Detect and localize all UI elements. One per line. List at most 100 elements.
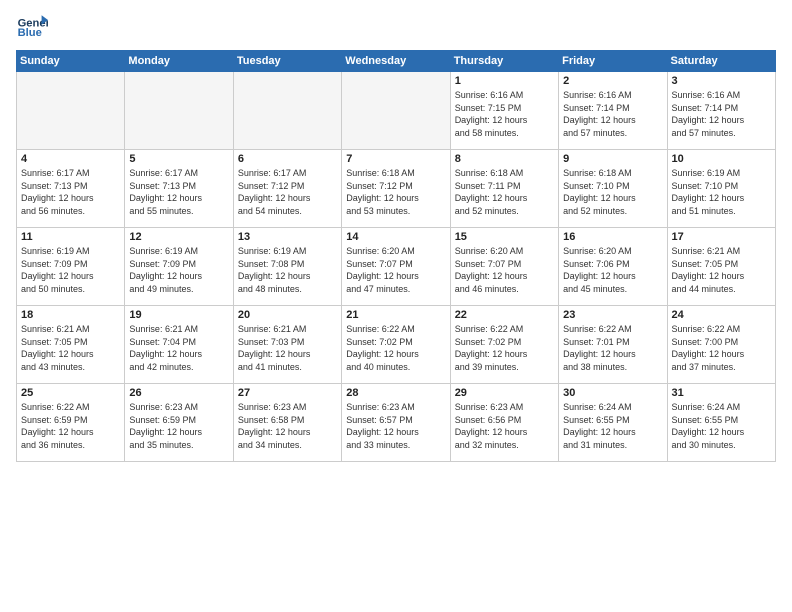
calendar-cell: 20 Sunrise: 6:21 AM Sunset: 7:03 PM Dayli… [233,306,341,384]
day-info: Sunrise: 6:24 AM Sunset: 6:55 PM Dayligh… [672,401,771,451]
day-number: 8 [455,153,554,165]
calendar-cell: 28Sunrise: 6:23 AM Sunset: 6:57 PM Dayli… [342,384,450,462]
calendar-week-row: 4 Sunrise: 6:17 AM Sunset: 7:13 PM Daylig… [17,150,776,228]
calendar-week-row: 25Sunrise: 6:22 AM Sunset: 6:59 PM Dayli… [17,384,776,462]
day-number: 5 [129,153,228,165]
day-number: 21 [346,309,445,321]
calendar-cell: 19 Sunrise: 6:21 AM Sunset: 7:04 PM Dayli… [125,306,233,384]
day-number: 19 [129,309,228,321]
calendar-cell: 25Sunrise: 6:22 AM Sunset: 6:59 PM Dayli… [17,384,125,462]
day-number: 2 [563,75,662,87]
day-info: Sunrise: 6:16 AM Sunset: 7:14 PM Dayligh… [672,89,771,139]
calendar-day-header: Friday [559,51,667,72]
day-info: Sunrise: 6:20 AM Sunset: 7:06 PM Dayligh… [563,245,662,295]
day-number: 16 [563,231,662,243]
day-info: Sunrise: 6:22 AM Sunset: 7:01 PM Dayligh… [563,323,662,373]
day-info: Sunrise: 6:17 AM Sunset: 7:13 PM Dayligh… [21,167,120,217]
day-number: 25 [21,387,120,399]
day-info: Sunrise: 6:19 AM Sunset: 7:10 PM Dayligh… [672,167,771,217]
day-info: Sunrise: 6:16 AM Sunset: 7:15 PM Dayligh… [455,89,554,139]
calendar-cell: 7 Sunrise: 6:18 AM Sunset: 7:12 PM Daylig… [342,150,450,228]
calendar-cell: 22Sunrise: 6:22 AM Sunset: 7:02 PM Dayli… [450,306,558,384]
calendar-week-row: 11 Sunrise: 6:19 AM Sunset: 7:09 PM Dayli… [17,228,776,306]
day-info: Sunrise: 6:23 AM Sunset: 6:56 PM Dayligh… [455,401,554,451]
day-number: 23 [563,309,662,321]
calendar-day-header: Monday [125,51,233,72]
calendar-cell [342,72,450,150]
day-info: Sunrise: 6:19 AM Sunset: 7:09 PM Dayligh… [21,245,120,295]
calendar-cell: 30Sunrise: 6:24 AM Sunset: 6:55 PM Dayli… [559,384,667,462]
calendar-cell: 2 Sunrise: 6:16 AM Sunset: 7:14 PM Daylig… [559,72,667,150]
calendar-day-header: Tuesday [233,51,341,72]
calendar-cell: 16 Sunrise: 6:20 AM Sunset: 7:06 PM Dayli… [559,228,667,306]
day-info: Sunrise: 6:16 AM Sunset: 7:14 PM Dayligh… [563,89,662,139]
calendar-cell: 23 Sunrise: 6:22 AM Sunset: 7:01 PM Dayli… [559,306,667,384]
day-info: Sunrise: 6:18 AM Sunset: 7:12 PM Dayligh… [346,167,445,217]
calendar-cell: 21Sunrise: 6:22 AM Sunset: 7:02 PM Dayli… [342,306,450,384]
calendar-cell: 17 Sunrise: 6:21 AM Sunset: 7:05 PM Dayli… [667,228,775,306]
day-number: 26 [129,387,228,399]
day-number: 1 [455,75,554,87]
calendar-cell: 12Sunrise: 6:19 AM Sunset: 7:09 PM Dayli… [125,228,233,306]
day-number: 4 [21,153,120,165]
day-number: 14 [346,231,445,243]
calendar-cell: 15 Sunrise: 6:20 AM Sunset: 7:07 PM Dayli… [450,228,558,306]
day-number: 24 [672,309,771,321]
calendar-header-row: SundayMondayTuesdayWednesdayThursdayFrid… [17,51,776,72]
logo-icon: General Blue [16,12,48,44]
day-number: 9 [563,153,662,165]
calendar: SundayMondayTuesdayWednesdayThursdayFrid… [16,50,776,462]
header: General Blue [16,12,776,44]
day-info: Sunrise: 6:18 AM Sunset: 7:11 PM Dayligh… [455,167,554,217]
day-info: Sunrise: 6:21 AM Sunset: 7:03 PM Dayligh… [238,323,337,373]
day-info: Sunrise: 6:23 AM Sunset: 6:59 PM Dayligh… [129,401,228,451]
day-number: 11 [21,231,120,243]
svg-text:Blue: Blue [18,27,42,39]
day-number: 10 [672,153,771,165]
day-info: Sunrise: 6:23 AM Sunset: 6:57 PM Dayligh… [346,401,445,451]
calendar-cell: 29 Sunrise: 6:23 AM Sunset: 6:56 PM Dayli… [450,384,558,462]
calendar-cell: 13 Sunrise: 6:19 AM Sunset: 7:08 PM Dayli… [233,228,341,306]
calendar-cell: 3Sunrise: 6:16 AM Sunset: 7:14 PM Daylig… [667,72,775,150]
calendar-cell: 8 Sunrise: 6:18 AM Sunset: 7:11 PM Daylig… [450,150,558,228]
day-info: Sunrise: 6:18 AM Sunset: 7:10 PM Dayligh… [563,167,662,217]
day-info: Sunrise: 6:22 AM Sunset: 7:02 PM Dayligh… [455,323,554,373]
calendar-day-header: Saturday [667,51,775,72]
calendar-day-header: Sunday [17,51,125,72]
day-number: 6 [238,153,337,165]
day-info: Sunrise: 6:17 AM Sunset: 7:12 PM Dayligh… [238,167,337,217]
calendar-cell: 26 Sunrise: 6:23 AM Sunset: 6:59 PM Dayli… [125,384,233,462]
calendar-cell [17,72,125,150]
day-info: Sunrise: 6:19 AM Sunset: 7:09 PM Dayligh… [129,245,228,295]
day-info: Sunrise: 6:20 AM Sunset: 7:07 PM Dayligh… [346,245,445,295]
calendar-cell: 31Sunrise: 6:24 AM Sunset: 6:55 PM Dayli… [667,384,775,462]
page: General Blue SundayMondayTuesdayWednesda… [0,0,792,612]
calendar-cell: 11 Sunrise: 6:19 AM Sunset: 7:09 PM Dayli… [17,228,125,306]
calendar-cell: 5 Sunrise: 6:17 AM Sunset: 7:13 PM Daylig… [125,150,233,228]
calendar-week-row: 18Sunrise: 6:21 AM Sunset: 7:05 PM Dayli… [17,306,776,384]
day-info: Sunrise: 6:20 AM Sunset: 7:07 PM Dayligh… [455,245,554,295]
day-info: Sunrise: 6:19 AM Sunset: 7:08 PM Dayligh… [238,245,337,295]
day-number: 17 [672,231,771,243]
calendar-day-header: Thursday [450,51,558,72]
day-number: 7 [346,153,445,165]
day-number: 20 [238,309,337,321]
calendar-cell: 27Sunrise: 6:23 AM Sunset: 6:58 PM Dayli… [233,384,341,462]
day-number: 18 [21,309,120,321]
calendar-week-row: 1 Sunrise: 6:16 AM Sunset: 7:15 PM Daylig… [17,72,776,150]
logo: General Blue [16,12,52,44]
day-info: Sunrise: 6:17 AM Sunset: 7:13 PM Dayligh… [129,167,228,217]
calendar-cell: 14 Sunrise: 6:20 AM Sunset: 7:07 PM Dayli… [342,228,450,306]
day-info: Sunrise: 6:21 AM Sunset: 7:05 PM Dayligh… [672,245,771,295]
day-number: 15 [455,231,554,243]
calendar-day-header: Wednesday [342,51,450,72]
calendar-cell: 1 Sunrise: 6:16 AM Sunset: 7:15 PM Daylig… [450,72,558,150]
calendar-cell: 9 Sunrise: 6:18 AM Sunset: 7:10 PM Daylig… [559,150,667,228]
calendar-cell: 4 Sunrise: 6:17 AM Sunset: 7:13 PM Daylig… [17,150,125,228]
day-info: Sunrise: 6:22 AM Sunset: 7:00 PM Dayligh… [672,323,771,373]
day-number: 13 [238,231,337,243]
calendar-cell: 18Sunrise: 6:21 AM Sunset: 7:05 PM Dayli… [17,306,125,384]
calendar-cell [125,72,233,150]
day-info: Sunrise: 6:21 AM Sunset: 7:04 PM Dayligh… [129,323,228,373]
day-number: 29 [455,387,554,399]
